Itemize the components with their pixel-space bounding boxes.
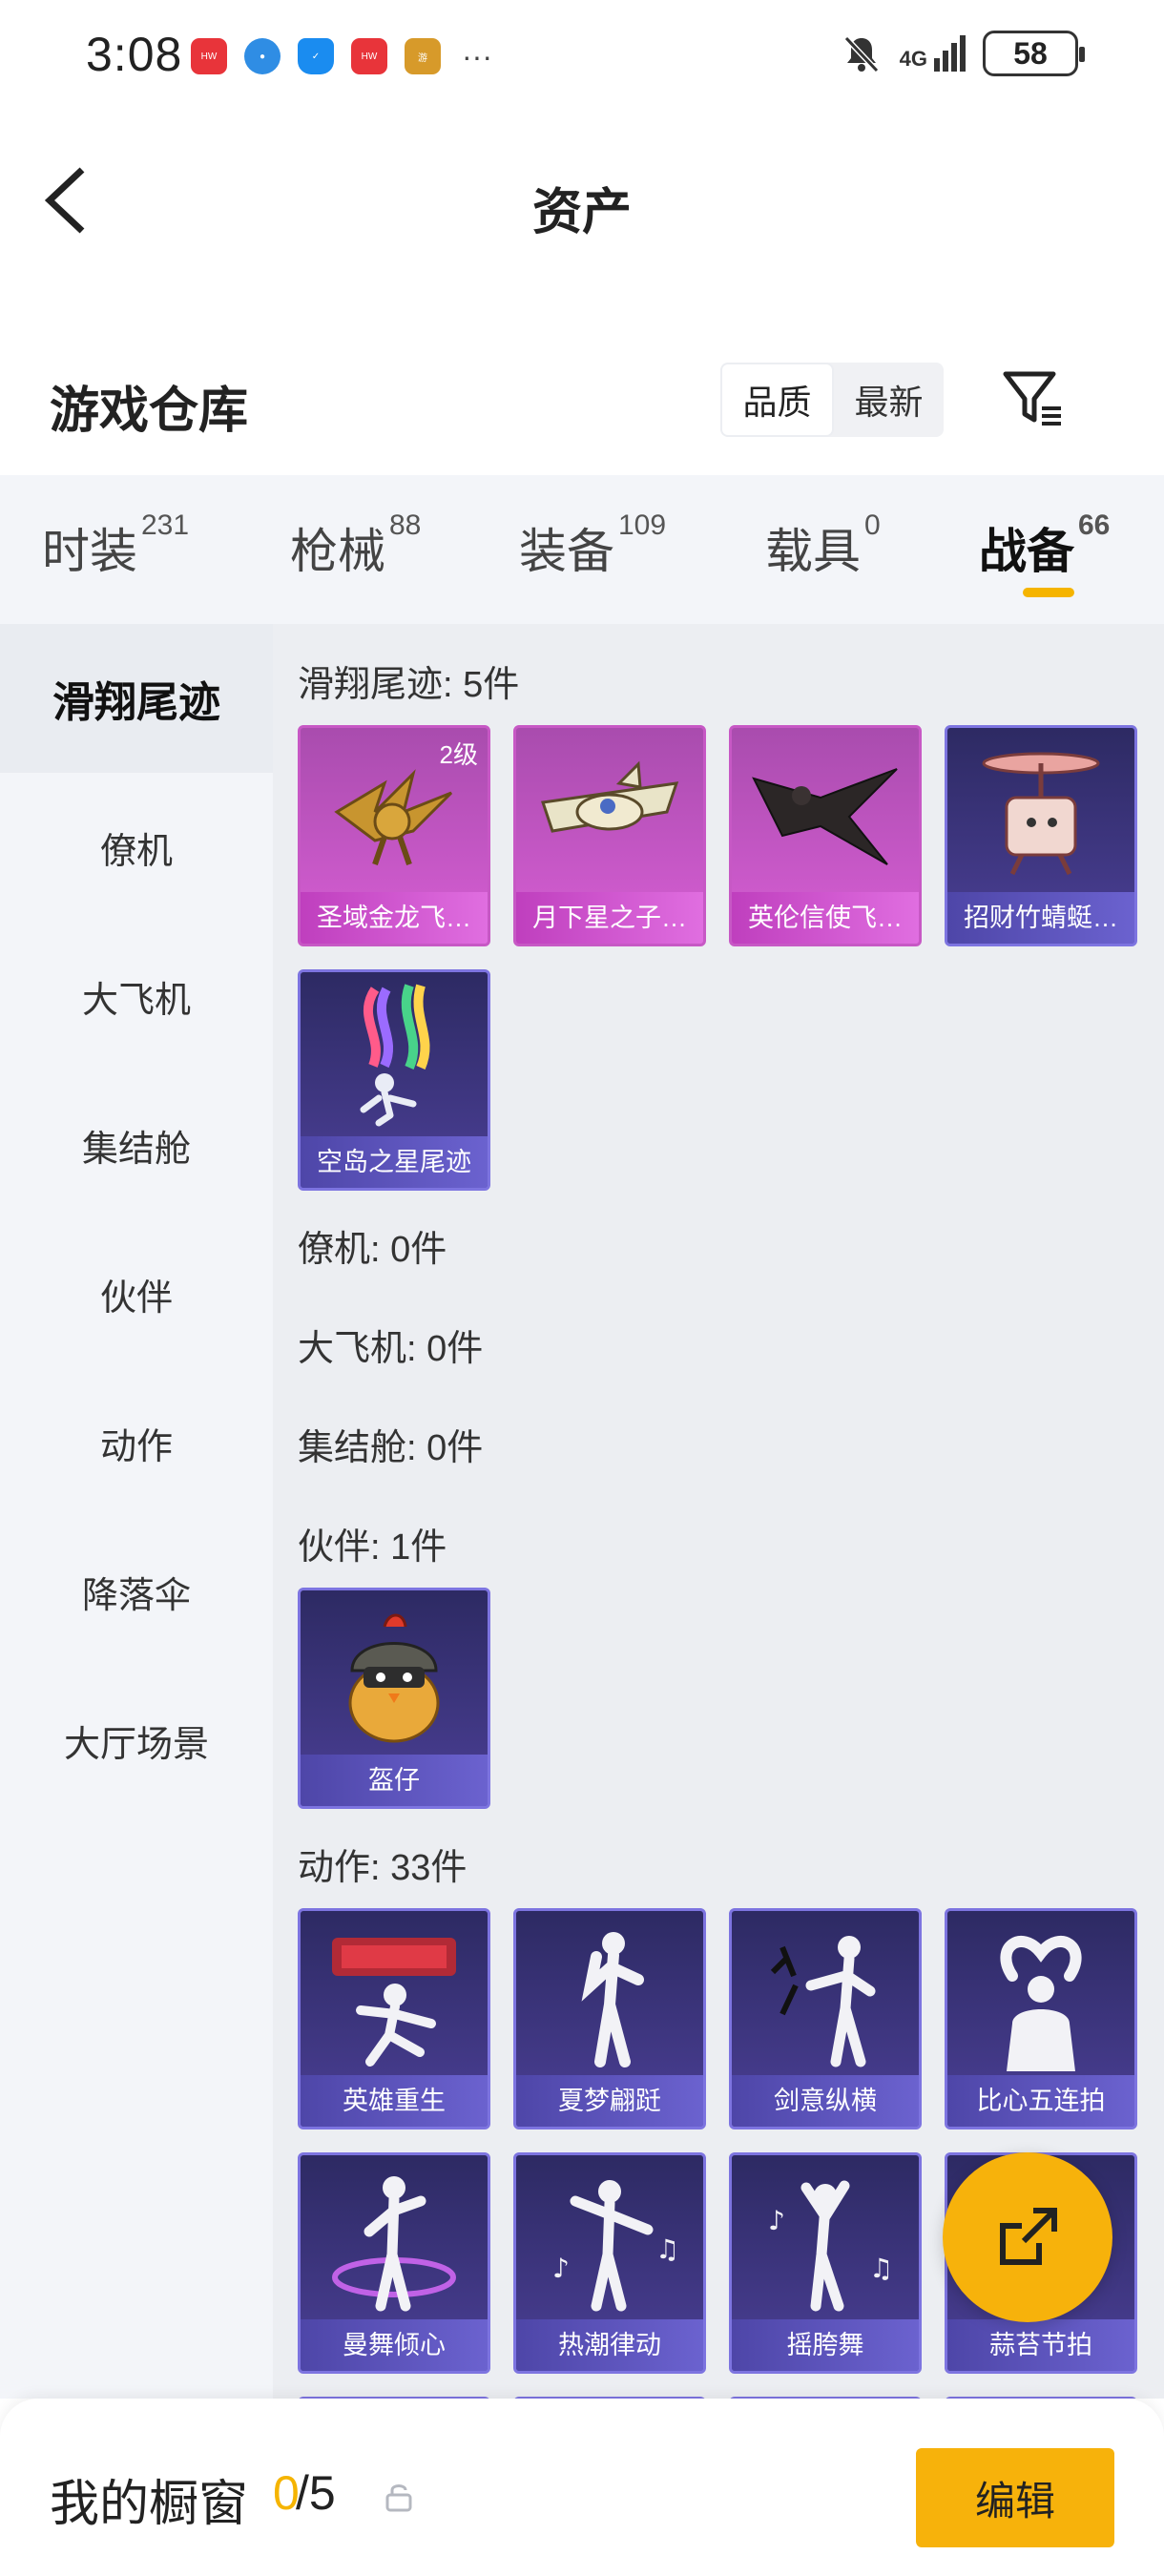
messenger-bird-image: [732, 728, 919, 896]
browser-icon: ●: [244, 38, 281, 74]
sort-latest-button[interactable]: 最新: [834, 363, 944, 437]
item-card[interactable]: 比心五连拍: [945, 1908, 1137, 2129]
section-title-pod: 集结舱: 0件: [298, 1428, 484, 1468]
sidebar-item-glide-trail[interactable]: 滑翔尾迹: [0, 624, 273, 773]
level-badge: 2级: [439, 740, 478, 769]
sidebar-item-plane[interactable]: 大飞机: [0, 922, 273, 1070]
tab-vehicles[interactable]: 载具 0: [765, 509, 881, 582]
section-title-action: 动作: 33件: [298, 1848, 468, 1888]
sword-intent-image: [732, 1911, 919, 2079]
status-time: 3:08: [86, 28, 183, 81]
item-label: 招财竹蜻蜓…: [947, 892, 1134, 944]
svg-text:♪: ♪: [768, 2205, 785, 2236]
item-label: 月下星之子…: [516, 892, 703, 944]
edit-button[interactable]: 编辑: [916, 2448, 1114, 2547]
more-notifications-icon: ···: [462, 39, 492, 73]
item-card[interactable]: 英伦信使飞…: [729, 725, 922, 946]
item-list: 滑翔尾迹: 5件 2级 圣域金龙飞… 月下星之子… 英伦信使飞… 招财竹蜻蜓… …: [273, 624, 1164, 2399]
item-label: 盔仔: [301, 1755, 488, 1806]
item-label: 剑意纵横: [732, 2075, 919, 2127]
item-label: 空岛之星尾迹: [301, 1136, 488, 1188]
section-title-wingman: 僚机: 0件: [298, 1230, 447, 1270]
item-card[interactable]: 盔仔: [298, 1588, 490, 1809]
showcase-count-total: /5: [296, 2466, 336, 2520]
share-button[interactable]: [943, 2152, 1112, 2322]
sidebar: 滑翔尾迹 僚机 大飞机 集结舱 伙伴 动作 降落伞 大厅场景: [0, 624, 273, 2399]
sky-island-trail-image: [301, 972, 488, 1140]
huawei-app-icon: HW: [191, 38, 227, 74]
svg-text:♪: ♪: [552, 2253, 570, 2284]
item-label: 蒜苔节拍: [947, 2319, 1134, 2371]
item-label: 英雄重生: [301, 2075, 488, 2127]
summer-dance-image: [516, 1911, 703, 2079]
svg-text:♫: ♫: [869, 2253, 893, 2284]
item-label: 曼舞倾心: [301, 2319, 488, 2371]
item-label: 热潮律动: [516, 2319, 703, 2371]
star-plane-image: [516, 728, 703, 896]
section-title-plane: 大飞机: 0件: [298, 1329, 484, 1369]
graceful-dance-image: [301, 2155, 488, 2323]
showcase-label: 我的橱窗: [50, 2477, 249, 2532]
item-card[interactable]: 剑意纵横: [729, 1908, 922, 2129]
status-bar: 3:08 HW ● ✓ HW 游 ··· 4G 58: [0, 0, 1164, 114]
item-label: 圣域金龙飞…: [301, 892, 488, 944]
sidebar-item-lobby-scene[interactable]: 大厅场景: [0, 1666, 273, 1815]
notification-icons: HW ● ✓ HW 游 ···: [191, 38, 492, 74]
trend-groove-image: ♪ ♫: [516, 2155, 703, 2323]
top-header: 资产: [0, 114, 1164, 286]
sort-toggle: 品质 最新: [720, 363, 944, 437]
sort-quality-button[interactable]: 品质: [720, 363, 834, 437]
mute-bell-icon: [843, 35, 879, 73]
item-label: 比心五连拍: [947, 2075, 1134, 2127]
bamboo-copter-image: [947, 728, 1134, 896]
tab-equipment[interactable]: 装备 109: [519, 509, 666, 582]
heart-hands-image: [947, 1911, 1134, 2079]
category-tabs: 时装 231 枪械 88 装备 109 载具 0 战备 66: [0, 475, 1164, 624]
warehouse-header: 游戏仓库 品质 最新: [0, 343, 1164, 458]
battery-indicator: 58: [983, 31, 1085, 76]
sidebar-item-pod[interactable]: 集结舱: [0, 1070, 273, 1219]
item-card[interactable]: 招财竹蜻蜓…: [945, 725, 1137, 946]
tab-battle-prep[interactable]: 战备 66: [979, 509, 1110, 582]
huawei-app-icon-2: HW: [351, 38, 387, 74]
game-app-icon: 游: [405, 38, 441, 74]
item-card[interactable]: 夏梦翩跹: [513, 1908, 706, 2129]
sidebar-item-partner[interactable]: 伙伴: [0, 1219, 273, 1368]
item-card[interactable]: 2级 圣域金龙飞…: [298, 725, 490, 946]
sidebar-item-wingman[interactable]: 僚机: [0, 773, 273, 922]
external-link-icon: [1000, 2208, 1057, 2265]
item-label: 英伦信使飞…: [732, 892, 919, 944]
signal-icon: 4G: [900, 35, 966, 72]
active-tab-indicator: [1023, 588, 1074, 597]
helmet-chick-image: [301, 1590, 488, 1758]
hip-sway-image: ♪ ♫: [732, 2155, 919, 2323]
section-title-partner: 伙伴: 1件: [298, 1527, 447, 1568]
warehouse-title: 游戏仓库: [50, 384, 249, 439]
item-card[interactable]: ♪ ♫ 热潮律动: [513, 2152, 706, 2374]
tab-guns[interactable]: 枪械 88: [290, 509, 421, 582]
hero-rebirth-image: [301, 1911, 488, 2079]
item-card[interactable]: 月下星之子…: [513, 725, 706, 946]
lock-icon: [385, 2484, 412, 2512]
shield-icon: ✓: [298, 38, 334, 74]
status-right: 4G 58: [841, 31, 1085, 76]
item-label: 摇胯舞: [732, 2319, 919, 2371]
page-title: 资产: [531, 185, 632, 240]
item-card[interactable]: ♪ ♫ 摇胯舞: [729, 2152, 922, 2374]
showcase-bar: 我的橱窗 0 /5 编辑: [0, 2399, 1164, 2576]
item-card[interactable]: 英雄重生: [298, 1908, 490, 2129]
network-type: 4G: [899, 47, 927, 71]
tab-fashion[interactable]: 时装 231: [42, 509, 189, 582]
item-card[interactable]: 空岛之星尾迹: [298, 969, 490, 1191]
filter-icon[interactable]: [1000, 364, 1067, 431]
item-label: 夏梦翩跹: [516, 2075, 703, 2127]
svg-text:♫: ♫: [655, 2233, 679, 2265]
item-card[interactable]: 曼舞倾心: [298, 2152, 490, 2374]
sidebar-item-action[interactable]: 动作: [0, 1368, 273, 1517]
sidebar-item-parachute[interactable]: 降落伞: [0, 1517, 273, 1666]
section-title-glide: 滑翔尾迹: 5件: [298, 665, 520, 705]
